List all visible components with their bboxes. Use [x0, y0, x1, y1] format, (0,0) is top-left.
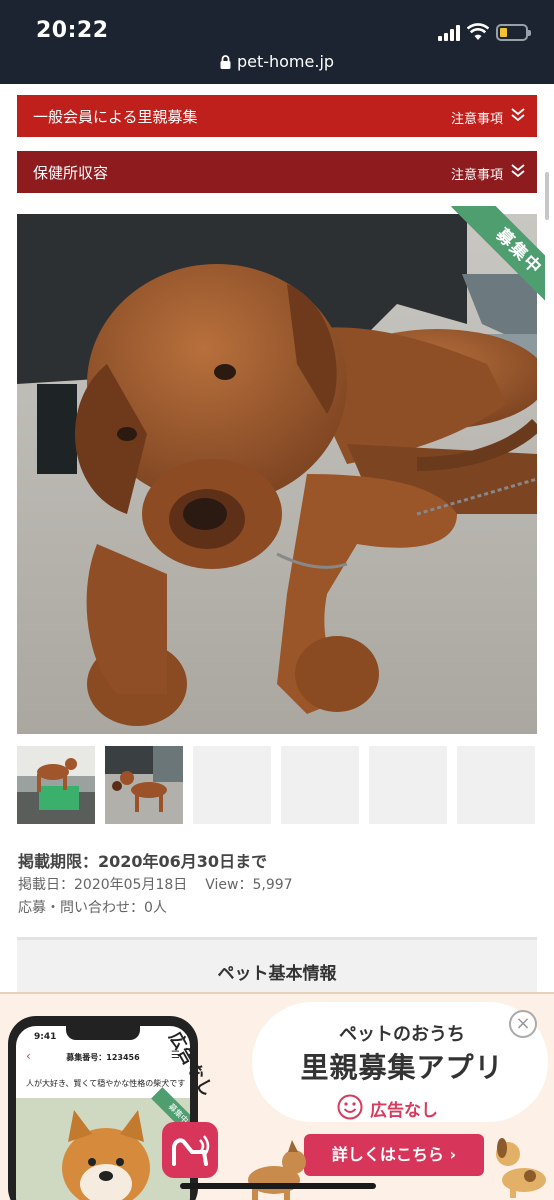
dog-illustration-icon: [248, 1140, 306, 1200]
banner-note: 注意事項: [450, 168, 503, 183]
dog-thumbnail-image: [105, 746, 183, 824]
banner-health-center[interactable]: 保健所収容 注意事項: [17, 151, 537, 193]
thumbnail-2[interactable]: [105, 746, 183, 824]
thumbnail-empty: [369, 746, 447, 824]
posted-date: 掲載日：2020年05月18日: [18, 877, 188, 893]
no-ads-label: 広告なし: [370, 1101, 438, 1121]
app-icon: [162, 1122, 218, 1178]
recruiting-ribbon: 募集中: [437, 206, 545, 314]
inquiry-count: 応募・問い合わせ：0人: [18, 900, 167, 916]
lock-icon: [220, 55, 231, 69]
thumbnail-1[interactable]: [17, 746, 95, 824]
home-indicator[interactable]: [180, 1183, 376, 1189]
signal-icon: [438, 25, 460, 41]
double-chevron-down-icon: [511, 164, 525, 178]
dog-thumbnail-image: [17, 746, 95, 824]
address-bar[interactable]: pet-home.jp: [0, 52, 554, 71]
smile-icon: [337, 1094, 363, 1120]
thumbnail-empty: [457, 746, 535, 824]
banner-note: 注意事項: [450, 112, 503, 127]
app-title-line2: 里親募集アプリ: [300, 1051, 504, 1084]
wifi-icon: [467, 23, 489, 40]
phone-listing-number: 募集番号：123456: [66, 1053, 140, 1062]
banner-title: 保健所収容: [33, 164, 109, 182]
view-count: View：5,997: [205, 877, 293, 893]
status-bar: 20:22 pet-home.jp: [0, 0, 554, 84]
phone-notch: [66, 1026, 140, 1040]
url-text: pet-home.jp: [236, 52, 335, 71]
phone-time: 9:41: [34, 1032, 57, 1042]
app-title-line1: ペットのおうち: [339, 1024, 465, 1045]
double-chevron-down-icon: [511, 108, 525, 122]
thumbnail-empty: [193, 746, 271, 824]
ribbon-label: 募集中: [451, 206, 545, 314]
listing-deadline: 掲載期限：2020年06月30日まで: [18, 852, 268, 871]
dog-illustration-icon: [496, 1138, 546, 1198]
thumbnail-empty: [281, 746, 359, 824]
learn-more-button[interactable]: 詳しくはこちら ›: [304, 1134, 484, 1176]
listing-meta: 掲載日：2020年05月18日 View：5,997: [18, 874, 293, 894]
app-ad-banner[interactable]: 9:41 ‹ 募集番号：123456 ☰ 人が大好き、賢くて穏やかな性格の柴犬で…: [0, 992, 554, 1200]
scrollbar[interactable]: [545, 172, 549, 220]
close-ad-button[interactable]: ×: [509, 1010, 537, 1038]
banner-title: 一般会員による里親募集: [33, 108, 198, 126]
pet-basic-info-header: ペット基本情報: [17, 937, 537, 999]
banner-general-member[interactable]: 一般会員による里親募集 注意事項: [17, 95, 537, 137]
battery-icon: [496, 24, 531, 41]
dog-logo-icon: [172, 1135, 210, 1166]
clock: 20:22: [36, 18, 109, 43]
section-title: ペット基本情報: [217, 964, 337, 984]
